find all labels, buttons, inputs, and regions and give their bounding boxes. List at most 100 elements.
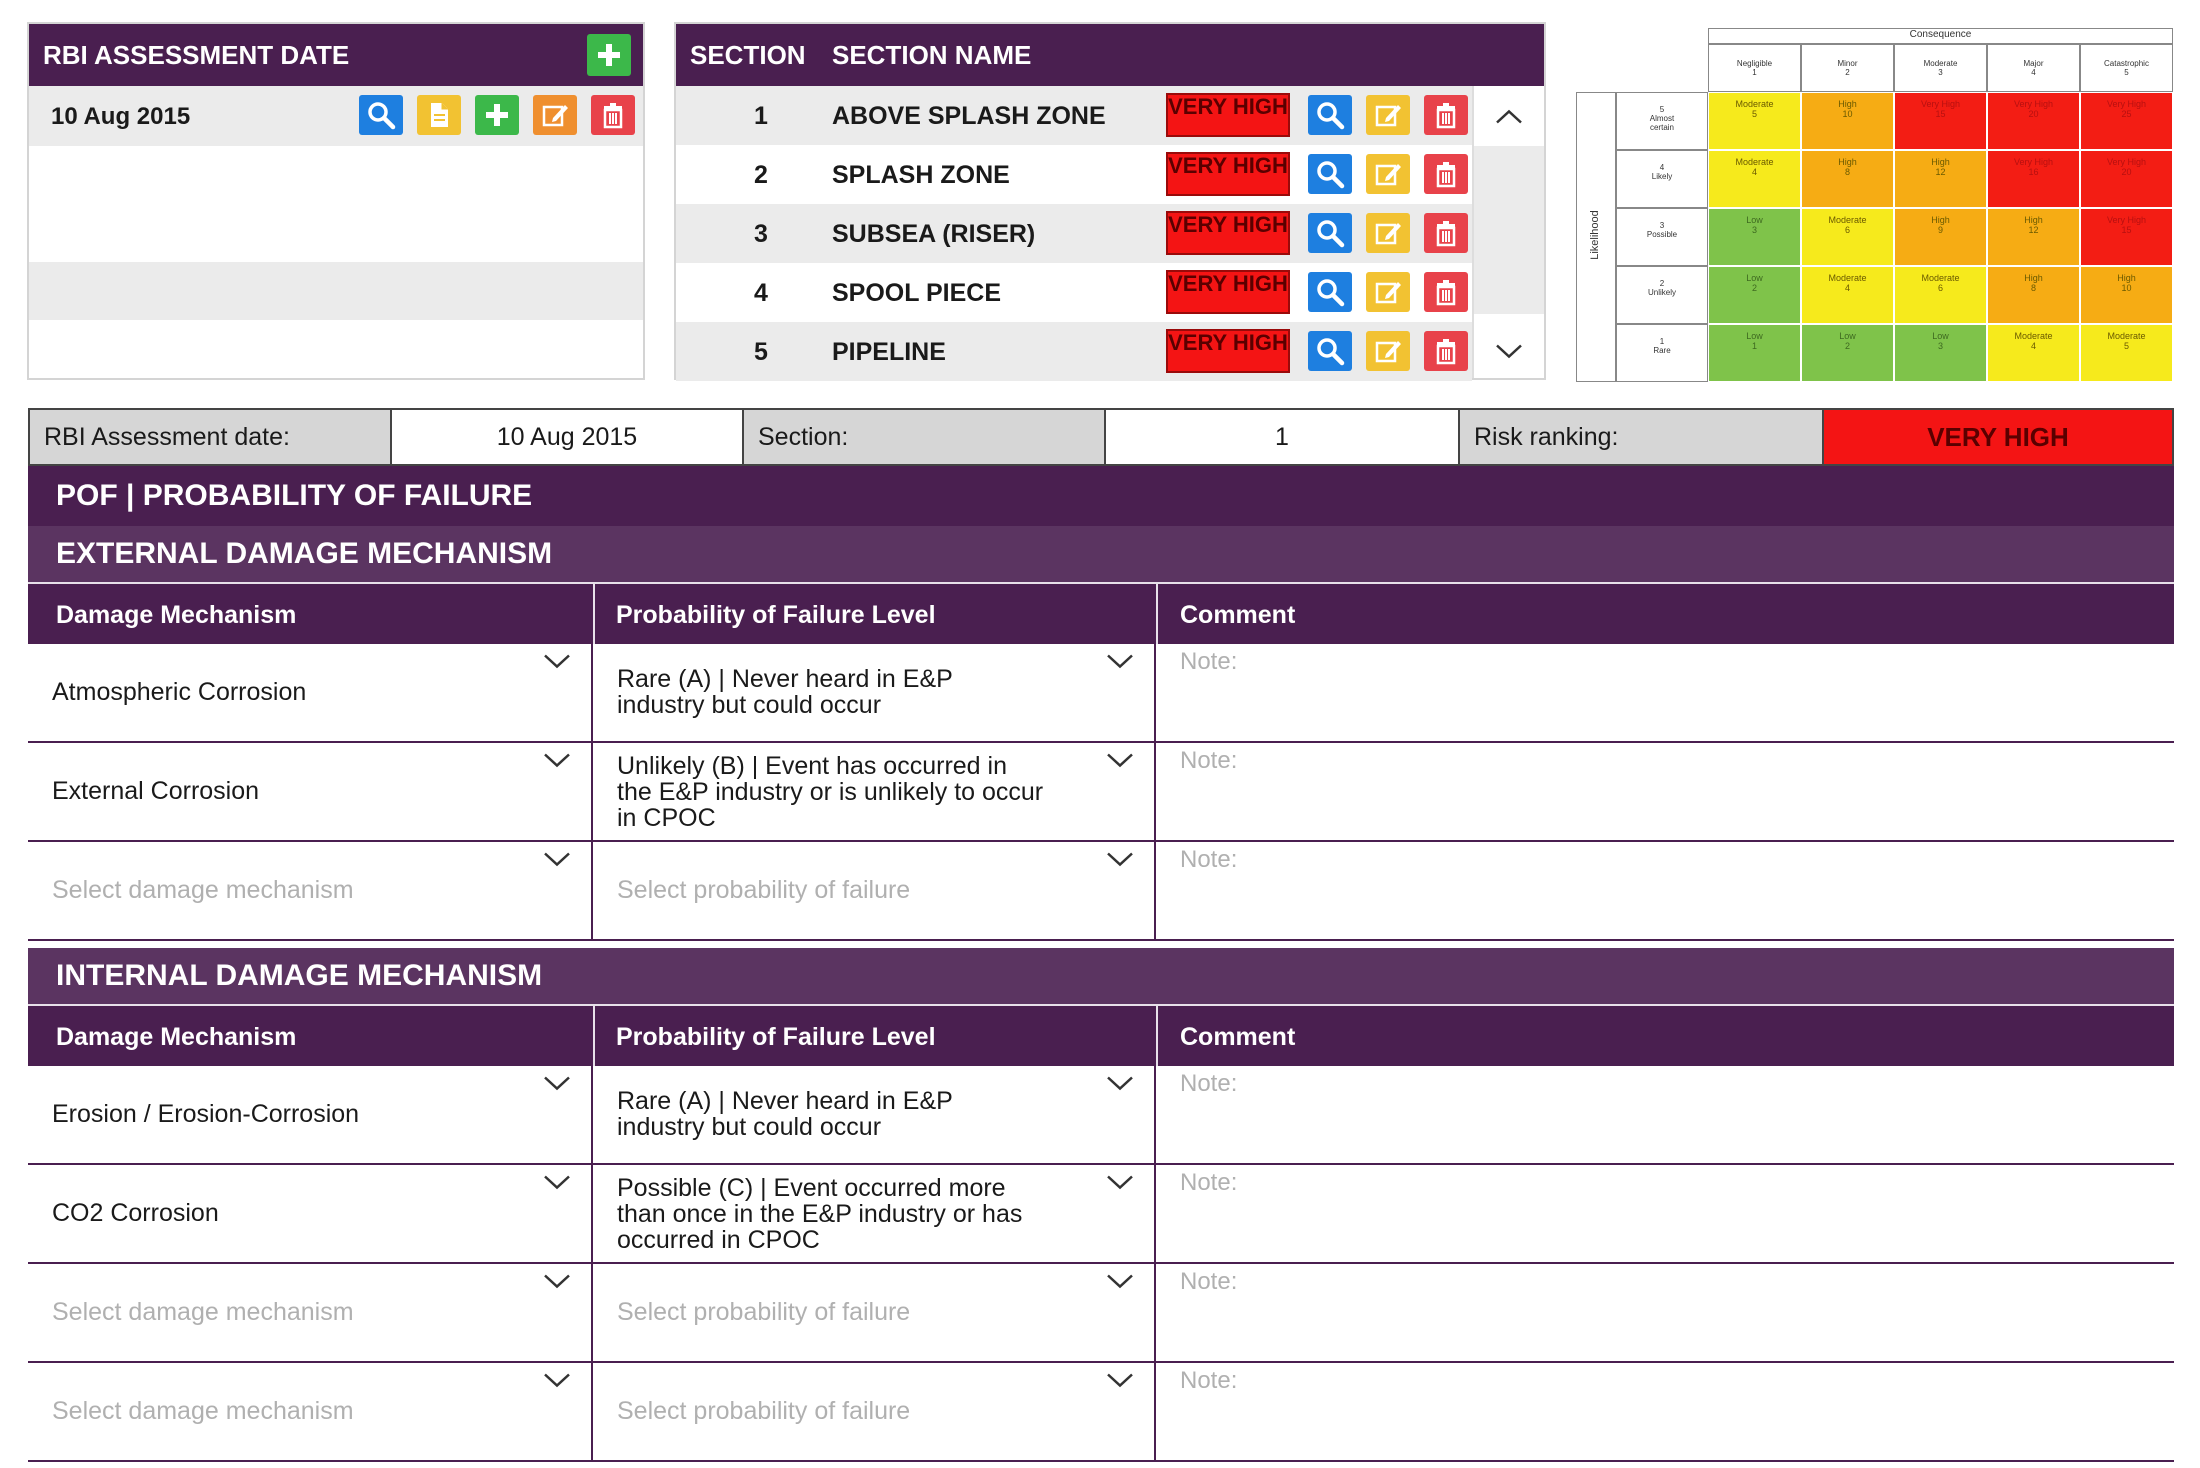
delete-section-button[interactable] xyxy=(1424,272,1468,312)
chevron-down-icon[interactable] xyxy=(542,652,572,670)
pof-level-select[interactable]: Select probability of failure xyxy=(593,1363,1156,1460)
damage-mechanism-row: Select damage mechanism Select probabilit… xyxy=(28,1363,2174,1462)
edit-section-button[interactable] xyxy=(1366,331,1410,371)
pof-level-value: Select probability of failure xyxy=(617,1397,911,1425)
section-name: PIPELINE xyxy=(832,338,946,366)
consequence-label: Consequence xyxy=(1708,28,2173,44)
section-col-header: SECTION xyxy=(690,40,806,70)
risk-matrix-cell: Very High 20 xyxy=(1987,92,2080,150)
chevron-down-icon[interactable] xyxy=(1105,751,1135,769)
mechanism-select[interactable]: CO2 Corrosion xyxy=(28,1165,593,1262)
chevron-down-icon[interactable] xyxy=(542,751,572,769)
pof-level-select[interactable]: Select probability of failure xyxy=(593,1264,1156,1361)
chevron-down-icon[interactable] xyxy=(1105,850,1135,868)
section-scrollbar[interactable] xyxy=(1472,86,1544,378)
add-row-button[interactable] xyxy=(475,95,519,135)
edit-section-button[interactable] xyxy=(1366,154,1410,194)
comment-placeholder: Note: xyxy=(1180,846,1238,873)
edit-icon xyxy=(1375,221,1403,245)
mechanism-select[interactable]: External Corrosion xyxy=(28,743,593,840)
comment-field[interactable]: Note: xyxy=(1156,1363,2174,1460)
section-row[interactable]: 4 SPOOL PIECE VERY HIGH xyxy=(676,263,1472,322)
view-section-button[interactable] xyxy=(1308,213,1352,253)
scroll-up-icon[interactable] xyxy=(1494,108,1524,126)
edit-icon xyxy=(1375,280,1403,304)
damage-mechanism-row: Erosion / Erosion-Corrosion Rare (A) | Ne… xyxy=(28,1066,2174,1165)
edit-icon xyxy=(1375,103,1403,127)
damage-mechanism-row: Atmospheric Corrosion Rare (A) | Never he… xyxy=(28,644,2174,743)
risk-matrix-cell: Moderate 4 xyxy=(1708,150,1801,208)
pof-level-select[interactable]: Rare (A) | Never heard in E&P industry b… xyxy=(593,1066,1156,1163)
chevron-down-icon[interactable] xyxy=(542,850,572,868)
chevron-down-icon[interactable] xyxy=(1105,1173,1135,1191)
view-section-button[interactable] xyxy=(1308,154,1352,194)
mechanism-value: External Corrosion xyxy=(52,777,260,805)
comment-field[interactable]: Note: xyxy=(1156,842,2174,939)
chevron-down-icon[interactable] xyxy=(1105,1371,1135,1389)
edit-section-button[interactable] xyxy=(1366,272,1410,312)
risk-matrix-cell: High 9 xyxy=(1894,208,1987,266)
risk-badge: VERY HIGH xyxy=(1166,211,1290,255)
add-assessment-button[interactable] xyxy=(587,34,631,76)
assessment-date-title: RBI ASSESSMENT DATE xyxy=(43,39,350,70)
delete-assessment-button[interactable] xyxy=(591,95,635,135)
assessment-row-empty xyxy=(29,204,643,262)
delete-section-button[interactable] xyxy=(1424,95,1468,135)
risk-matrix-cell: High 12 xyxy=(1987,208,2080,266)
risk-matrix: Consequence Negligible 1 Minor 2 Moderate 3… xyxy=(1576,28,2176,382)
pof-level-select[interactable]: Rare (A) | Never heard in E&P industry b… xyxy=(593,644,1156,741)
risk-value: VERY HIGH xyxy=(1824,410,2172,464)
delete-section-button[interactable] xyxy=(1424,331,1468,371)
edit-assessment-button[interactable] xyxy=(533,95,577,135)
mechanism-select[interactable]: Atmospheric Corrosion xyxy=(28,644,593,741)
section-panel: SECTION SECTION NAME 1 ABOVE SPLASH ZONE V… xyxy=(674,22,1546,381)
mechanism-select[interactable]: Select damage mechanism xyxy=(28,1264,593,1361)
comment-field[interactable]: Note: xyxy=(1156,1264,2174,1361)
assessment-row-empty xyxy=(29,146,643,204)
mechanism-select[interactable]: Select damage mechanism xyxy=(28,1363,593,1460)
chevron-down-icon[interactable] xyxy=(542,1371,572,1389)
external-title: EXTERNAL DAMAGE MECHANISM xyxy=(56,537,553,570)
edit-section-button[interactable] xyxy=(1366,95,1410,135)
comment-field[interactable]: Note: xyxy=(1156,644,2174,741)
comment-placeholder: Note: xyxy=(1180,1070,1238,1097)
pof-level-select[interactable]: Select probability of failure xyxy=(593,842,1156,939)
search-icon xyxy=(1314,99,1346,131)
risk-badge: VERY HIGH xyxy=(1166,93,1290,137)
mechanism-select[interactable]: Select damage mechanism xyxy=(28,842,593,939)
assessment-row[interactable]: 10 Aug 2015 xyxy=(29,86,643,146)
chevron-down-icon[interactable] xyxy=(542,1074,572,1092)
chevron-down-icon[interactable] xyxy=(1105,1074,1135,1092)
chevron-down-icon[interactable] xyxy=(542,1272,572,1290)
comment-field[interactable]: Note: xyxy=(1156,1165,2174,1262)
view-assessment-button[interactable] xyxy=(359,95,403,135)
scroll-down-icon[interactable] xyxy=(1494,342,1524,360)
document-assessment-button[interactable] xyxy=(417,95,461,135)
search-icon xyxy=(1314,276,1346,308)
comment-field[interactable]: Note: xyxy=(1156,1066,2174,1163)
damage-mechanism-row: CO2 Corrosion Possible (C) | Event occurr… xyxy=(28,1165,2174,1264)
section-number: 5 xyxy=(754,338,768,366)
pof-level-select[interactable]: Unlikely (B) | Event has occurred in the… xyxy=(593,743,1156,840)
risk-matrix-cell: Very High 20 xyxy=(2080,150,2173,208)
risk-matrix-cell: Moderate 5 xyxy=(1708,92,1801,150)
view-section-button[interactable] xyxy=(1308,331,1352,371)
search-icon xyxy=(1314,217,1346,249)
chevron-down-icon[interactable] xyxy=(1105,1272,1135,1290)
section-row[interactable]: 1 ABOVE SPLASH ZONE VERY HIGH xyxy=(676,86,1472,145)
view-section-button[interactable] xyxy=(1308,272,1352,312)
section-row[interactable]: 5 PIPELINE VERY HIGH xyxy=(676,322,1472,381)
trash-icon xyxy=(1435,219,1457,247)
mechanism-select[interactable]: Erosion / Erosion-Corrosion xyxy=(28,1066,593,1163)
chevron-down-icon[interactable] xyxy=(542,1173,572,1191)
section-row[interactable]: 2 SPLASH ZONE VERY HIGH xyxy=(676,145,1472,204)
pof-level-select[interactable]: Possible (C) | Event occurred more than … xyxy=(593,1165,1156,1262)
delete-section-button[interactable] xyxy=(1424,213,1468,253)
comment-field[interactable]: Note: xyxy=(1156,743,2174,840)
section-row[interactable]: 3 SUBSEA (RISER) VERY HIGH xyxy=(676,204,1472,263)
view-section-button[interactable] xyxy=(1308,95,1352,135)
delete-section-button[interactable] xyxy=(1424,154,1468,194)
chevron-down-icon[interactable] xyxy=(1105,652,1135,670)
edit-section-button[interactable] xyxy=(1366,213,1410,253)
section-name: SUBSEA (RISER) xyxy=(832,220,1036,248)
